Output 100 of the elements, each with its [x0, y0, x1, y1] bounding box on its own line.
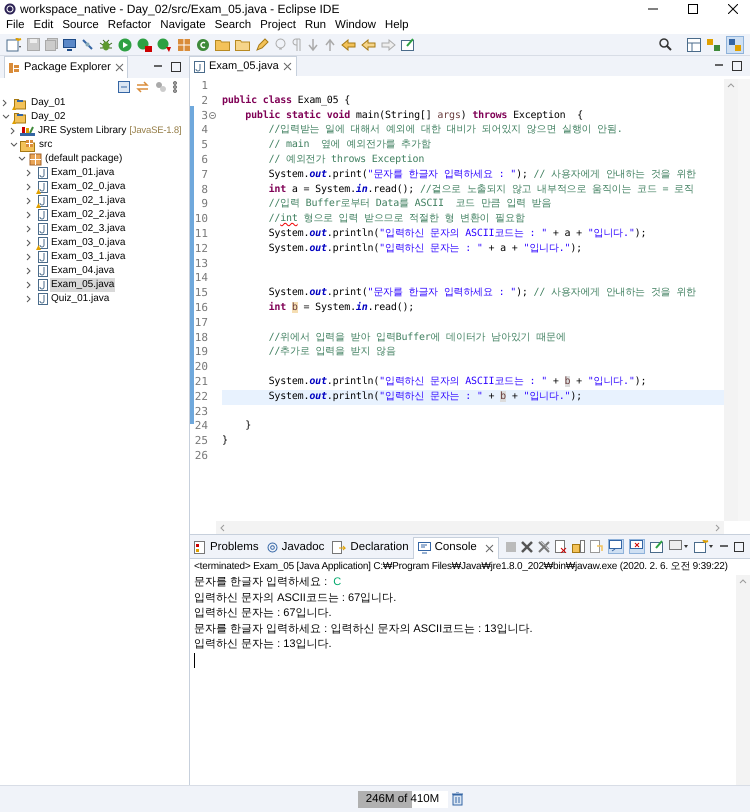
- fold-icon[interactable]: [209, 112, 216, 120]
- expanded-chevron-icon[interactable]: [2, 114, 10, 120]
- collapsed-chevron-icon[interactable]: [2, 99, 8, 107]
- maximize-icon[interactable]: [171, 62, 181, 72]
- tree-item[interactable]: Day_01: [30, 96, 66, 110]
- remove-all-icon[interactable]: [538, 540, 550, 552]
- line-number: 4: [200, 123, 208, 138]
- collapsed-chevron-icon[interactable]: [26, 211, 32, 219]
- view-tab[interactable]: Javadoc: [262, 536, 328, 558]
- expanded-chevron-icon[interactable]: [18, 156, 26, 162]
- clear-console-icon[interactable]: [555, 540, 567, 553]
- tree-item[interactable]: (default package): [44, 152, 124, 166]
- line-number: 23: [194, 404, 208, 420]
- monitor-icon[interactable]: [63, 38, 76, 51]
- back-icon[interactable]: [341, 38, 356, 50]
- new-file-icon[interactable]: [6, 38, 22, 52]
- at-sign-icon: [266, 542, 278, 553]
- view-tab[interactable]: Console: [412, 536, 499, 558]
- line-number: 18: [194, 330, 208, 346]
- sync-icon[interactable]: [136, 81, 149, 93]
- package-icon: [28, 152, 42, 166]
- menu-item[interactable]: File: [6, 16, 25, 34]
- new-package-icon[interactable]: [177, 38, 191, 52]
- open-perspective-icon[interactable]: [687, 38, 701, 52]
- tree-item[interactable]: Exam_01.java: [50, 166, 116, 180]
- menu-item[interactable]: Project: [260, 16, 296, 34]
- view-tab[interactable]: Declaration: [328, 536, 413, 558]
- scroll-left-icon[interactable]: [220, 524, 225, 532]
- kebab-menu-icon[interactable]: [173, 81, 177, 93]
- console-icon: [418, 542, 431, 554]
- menu-item[interactable]: Navigate: [160, 16, 206, 34]
- collapsed-chevron-icon[interactable]: [26, 239, 32, 247]
- show-error-button[interactable]: [629, 539, 645, 554]
- heap-status: 246M of 410M: [364, 792, 440, 806]
- collapsed-chevron-icon[interactable]: [26, 197, 32, 205]
- console-line: 입력하신 문자의 ASCII코드는 : 67입니다.: [194, 590, 396, 606]
- tree-item[interactable]: Exam_03_1.java: [50, 250, 126, 264]
- perspective-icon[interactable]: [706, 38, 721, 52]
- horizontal-scrollbar[interactable]: [216, 521, 724, 534]
- tree-item[interactable]: src: [38, 138, 54, 152]
- vertical-scrollbar[interactable]: [724, 79, 738, 521]
- vertical-scrollbar[interactable]: [736, 575, 750, 785]
- collapse-all-icon[interactable]: [118, 81, 130, 93]
- tree-item[interactable]: Exam_05.java: [50, 278, 116, 292]
- tree-item[interactable]: Exam_02_2.java: [50, 208, 126, 222]
- open-folder-icon[interactable]: [215, 38, 230, 51]
- view-tab[interactable]: Problems: [190, 536, 263, 558]
- bug-icon[interactable]: [99, 38, 113, 52]
- expanded-chevron-icon[interactable]: [10, 142, 18, 148]
- collapsed-chevron-icon[interactable]: [10, 127, 16, 135]
- maximize-icon[interactable]: [732, 61, 742, 71]
- maximize-icon[interactable]: [734, 542, 744, 552]
- collapsed-chevron-icon[interactable]: [26, 281, 32, 289]
- collapsed-chevron-icon[interactable]: [26, 225, 32, 233]
- pencil-icon[interactable]: [255, 38, 269, 52]
- run-icon[interactable]: [118, 38, 132, 52]
- line-number: 21: [194, 374, 208, 390]
- line-number: 20: [194, 360, 208, 375]
- collapsed-chevron-icon[interactable]: [26, 183, 32, 191]
- menu-item[interactable]: Source: [62, 16, 99, 34]
- tree-item-decoration: [JavaSE-1.8]: [129, 124, 182, 138]
- code-line: // main 옆에 예외전가를 추가함: [268, 139, 431, 150]
- collapsed-chevron-icon[interactable]: [26, 253, 32, 261]
- search-icon[interactable]: [659, 38, 672, 51]
- remove-icon[interactable]: [521, 540, 533, 552]
- menu-item[interactable]: Search: [214, 16, 252, 34]
- tree-item[interactable]: Quiz_01.java: [50, 292, 110, 306]
- java-perspective-button[interactable]: [726, 36, 744, 54]
- scroll-up-icon[interactable]: [739, 579, 747, 584]
- code-line: System.out.print("문자를 한글자 입력하세요 : "); // 사용자에게 안내하는 것을 위한: [268, 287, 696, 298]
- menu-item[interactable]: Refactor: [108, 16, 152, 34]
- trash-icon[interactable]: [452, 792, 462, 806]
- back-icon[interactable]: [361, 38, 376, 50]
- collapsed-chevron-icon[interactable]: [26, 295, 32, 303]
- collapsed-chevron-icon[interactable]: [26, 169, 32, 177]
- menu-item[interactable]: Help: [384, 16, 409, 34]
- show-output-button[interactable]: [608, 539, 624, 554]
- menu-item[interactable]: Edit: [34, 16, 54, 34]
- new-class-icon[interactable]: [196, 38, 210, 52]
- menu-item[interactable]: Window: [335, 16, 376, 34]
- scroll-up-icon[interactable]: [727, 83, 735, 88]
- view-tab[interactable]: Package Explorer: [4, 56, 128, 78]
- tree-item[interactable]: JRE System Library: [37, 124, 128, 138]
- collapsed-chevron-icon[interactable]: [26, 267, 32, 275]
- tree-item[interactable]: Exam_04.java: [50, 264, 116, 278]
- folder-icon[interactable]: [235, 38, 250, 51]
- maximize-icon[interactable]: [688, 4, 698, 14]
- menu-item[interactable]: Run: [304, 16, 326, 34]
- typed-input-text: C: [333, 575, 342, 590]
- line-number: 7: [200, 168, 208, 183]
- tree-item[interactable]: Exam_02_1.java: [50, 194, 126, 208]
- tree-item[interactable]: Day_02: [30, 110, 66, 124]
- scroll-right-icon[interactable]: [715, 524, 720, 532]
- tree-item[interactable]: Exam_03_0.java: [50, 236, 126, 250]
- tree-item[interactable]: Exam_02_0.java: [50, 180, 126, 194]
- close-icon[interactable]: [728, 4, 738, 14]
- editor-tab[interactable]: Exam_05.java: [190, 56, 297, 76]
- line-number: 11: [194, 226, 208, 242]
- line-number: 19: [194, 345, 208, 360]
- tree-item[interactable]: Exam_02_3.java: [50, 222, 126, 236]
